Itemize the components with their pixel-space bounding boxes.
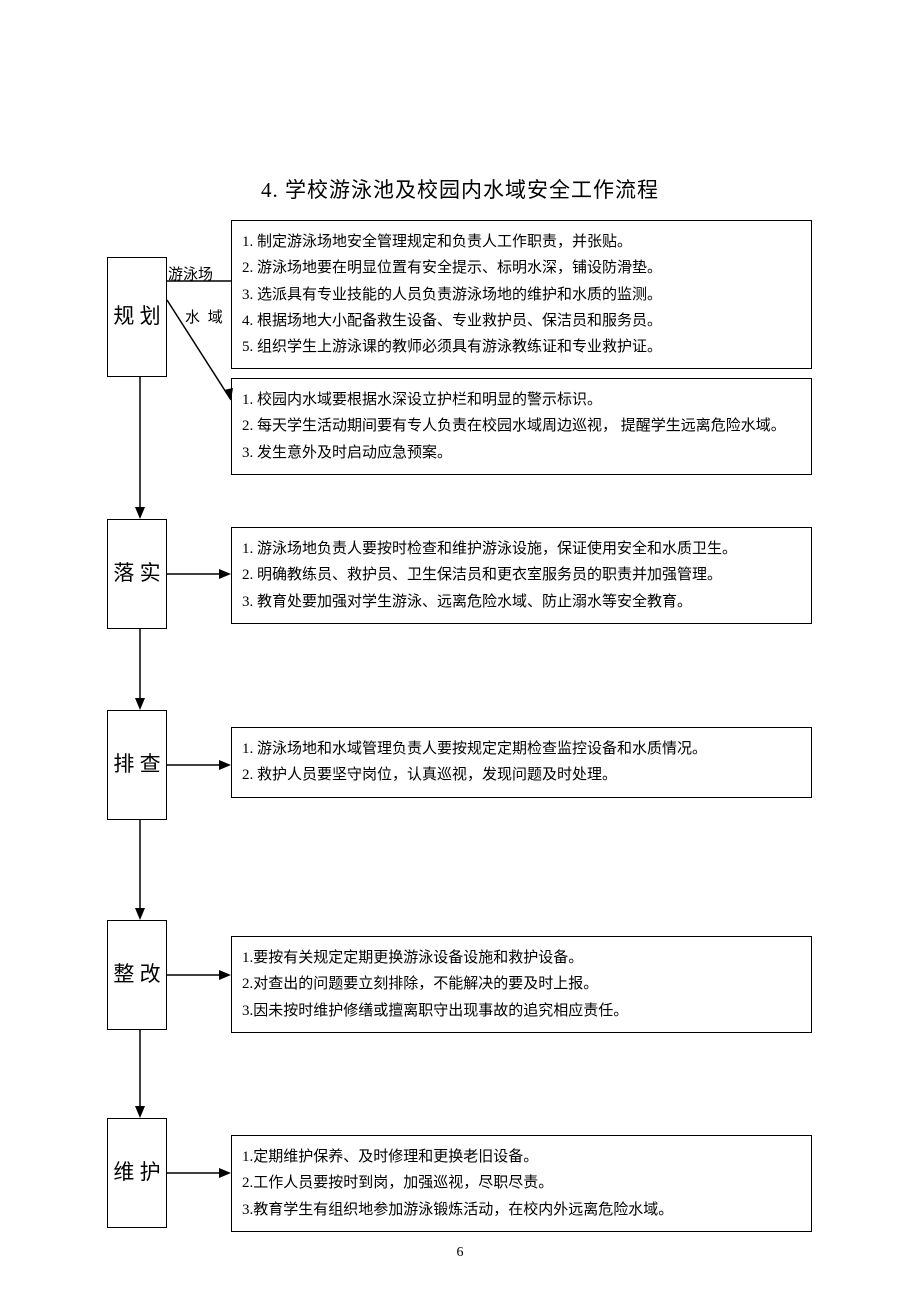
step-label: 整 改 xyxy=(113,955,160,995)
connector xyxy=(167,300,237,410)
list-item: 1. 制定游泳场地安全管理规定和负责人工作职责，并张贴。 xyxy=(242,229,797,255)
list-item: 1. 游泳场地负责人要按时检查和维护游泳设施，保证使用安全和水质卫生。 xyxy=(242,536,797,562)
arrow-right xyxy=(167,1166,231,1180)
list-item: 2. 救护人员要坚守岗位，认真巡视，发现问题及时处理。 xyxy=(242,762,797,788)
list-item: 1.定期维护保养、及时修理和更换老旧设备。 xyxy=(242,1144,797,1170)
arrow-down xyxy=(133,629,147,710)
list-item: 2.工作人员要按时到岗，加强巡视，尽职尽责。 xyxy=(242,1170,797,1196)
content-rectify: 1.要按有关规定定期更换游泳设备设施和救护设备。 2.对查出的问题要立刻排除，不… xyxy=(231,936,812,1033)
step-implement: 落 实 xyxy=(107,519,167,629)
list-item: 3. 发生意外及时启动应急预案。 xyxy=(242,440,797,466)
list-item: 2. 明确教练员、救护员、卫生保洁员和更衣室服务员的职责并加强管理。 xyxy=(242,562,797,588)
content-plan-pool: 1. 制定游泳场地安全管理规定和负责人工作职责，并张贴。 2. 游泳场地要在明显… xyxy=(231,220,812,369)
content-implement: 1. 游泳场地负责人要按时检查和维护游泳设施，保证使用安全和水质卫生。 2. 明… xyxy=(231,527,812,624)
content-inspect: 1. 游泳场地和水域管理负责人要按规定定期检查监控设备和水质情况。 2. 救护人… xyxy=(231,727,812,798)
step-label: 落 实 xyxy=(113,554,160,594)
step-rectify: 整 改 xyxy=(107,920,167,1030)
arrow-down xyxy=(133,1030,147,1118)
list-item: 1.要按有关规定定期更换游泳设备设施和救护设备。 xyxy=(242,945,797,971)
content-plan-water: 1. 校园内水域要根据水深设立护栏和明显的警示标识。 2. 每天学生活动期间要有… xyxy=(231,378,812,475)
content-maintain: 1.定期维护保养、及时修理和更换老旧设备。 2.工作人员要按时到岗，加强巡视，尽… xyxy=(231,1135,812,1232)
arrow-right xyxy=(167,758,231,772)
arrow-right xyxy=(167,567,231,581)
step-label: 规 划 xyxy=(113,297,160,337)
list-item: 2. 每天学生活动期间要有专人负责在校园水域周边巡视， 提醒学生远离危险水域。 xyxy=(242,413,797,439)
step-label: 维 护 xyxy=(113,1153,160,1193)
step-plan: 规 划 xyxy=(107,257,167,377)
list-item: 3.因未按时维护修缮或擅离职守出现事故的追究相应责任。 xyxy=(242,998,797,1024)
step-label: 排 查 xyxy=(113,745,160,785)
arrow-right xyxy=(167,968,231,982)
list-item: 3.教育学生有组织地参加游泳锻炼活动，在校内外远离危险水域。 xyxy=(242,1197,797,1223)
list-item: 5. 组织学生上游泳课的教师必须具有游泳教练证和专业救护证。 xyxy=(242,334,797,360)
page-root: 4. 学校游泳池及校园内水域安全工作流程 规 划 落 实 排 查 整 改 维 护… xyxy=(0,0,920,1303)
page-title: 4. 学校游泳池及校园内水域安全工作流程 xyxy=(0,174,920,204)
list-item: 2. 游泳场地要在明显位置有安全提示、标明水深，铺设防滑垫。 xyxy=(242,255,797,281)
list-item: 1. 游泳场地和水域管理负责人要按规定定期检查监控设备和水质情况。 xyxy=(242,736,797,762)
step-inspect: 排 查 xyxy=(107,710,167,820)
list-item: 1. 校园内水域要根据水深设立护栏和明显的警示标识。 xyxy=(242,387,797,413)
list-item: 3. 选派具有专业技能的人员负责游泳场地的维护和水质的监测。 xyxy=(242,282,797,308)
page-number: 6 xyxy=(0,1245,920,1261)
step-maintain: 维 护 xyxy=(107,1118,167,1228)
list-item: 4. 根据场地大小配备救生设备、专业救护员、保洁员和服务员。 xyxy=(242,308,797,334)
list-item: 2.对查出的问题要立刻排除，不能解决的要及时上报。 xyxy=(242,971,797,997)
list-item: 3. 教育处要加强对学生游泳、远离危险水域、防止溺水等安全教育。 xyxy=(242,589,797,615)
connector xyxy=(167,280,231,282)
arrow-down xyxy=(133,377,147,519)
arrow-down xyxy=(133,820,147,920)
